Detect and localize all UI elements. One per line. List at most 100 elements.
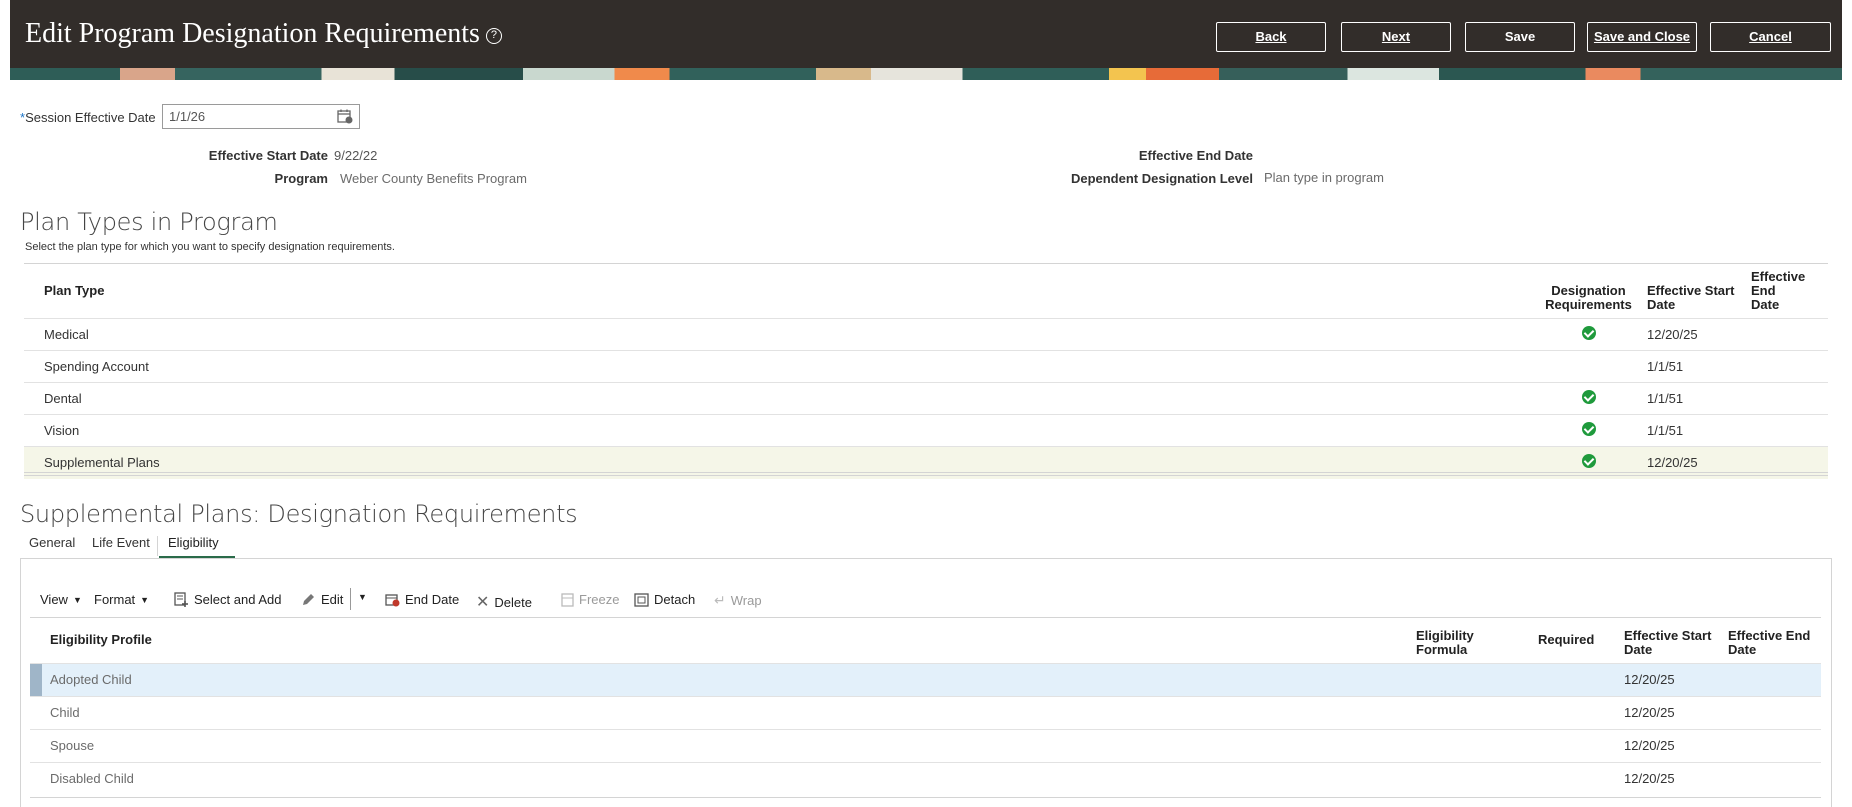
page-title: Edit Program Designation Requirements? <box>25 18 502 50</box>
tab-eligibility[interactable]: Eligibility <box>168 535 219 550</box>
required-cell <box>1530 662 1616 696</box>
save-and-close-button[interactable]: Save and Close <box>1587 22 1697 52</box>
table-row[interactable]: Spending Account 1/1/51 <box>24 350 1828 383</box>
col-effective-start-date[interactable]: Effective Start Date <box>1616 618 1720 663</box>
end-date-cell <box>1743 446 1828 479</box>
profile-cell: Child <box>42 695 1408 729</box>
effective-start-value: 9/22/22 <box>334 148 378 163</box>
plan-types-title: Plan Types in Program <box>20 208 278 236</box>
tab-divider <box>157 536 158 556</box>
session-date-input[interactable]: 1/1/26 <box>162 104 360 129</box>
freeze-icon <box>561 592 574 607</box>
view-menu[interactable]: View ▼ <box>40 592 82 607</box>
profile-cell: Adopted Child <box>42 662 1408 696</box>
freeze-button[interactable]: Freeze <box>561 592 619 607</box>
check-circle-icon <box>1581 422 1596 436</box>
start-date-cell: 1/1/51 <box>1639 350 1743 383</box>
plan-type-cell: Dental <box>36 382 1538 415</box>
col-designation-requirements[interactable]: Designation Requirements <box>1538 264 1639 319</box>
save-button[interactable]: Save <box>1465 22 1575 52</box>
plan-types-table: Plan Type Designation Requirements Effect… <box>24 264 1828 479</box>
table-row[interactable]: Medical 12/20/25 <box>24 318 1828 351</box>
end-date-cell <box>1720 761 1821 795</box>
end-date-cell <box>1743 382 1828 415</box>
effective-start-label: Effective Start Date <box>208 148 328 163</box>
select-and-add-button[interactable]: Select and Add <box>174 592 281 607</box>
profile-cell: Disabled Child <box>42 761 1408 795</box>
program-value: Weber County Benefits Program <box>340 171 527 186</box>
table-bottom-border-2 <box>24 475 1828 476</box>
col-plan-type[interactable]: Plan Type <box>36 264 1538 319</box>
col-effective-end-date[interactable]: Effective End Date <box>1743 264 1828 319</box>
plan-type-cell: Spending Account <box>36 350 1538 383</box>
plan-type-cell: Medical <box>36 318 1538 351</box>
effective-end-label: Effective End Date <box>1138 148 1253 163</box>
col-effective-start-date[interactable]: Effective Start Date <box>1639 264 1743 319</box>
help-icon[interactable]: ? <box>485 27 502 44</box>
start-date-cell: 12/20/25 <box>1616 695 1720 729</box>
table-row[interactable]: Disabled Child 12/20/25 <box>30 761 1821 795</box>
dependent-designation-level-value: Plan type in program <box>1264 170 1384 185</box>
designation-requirements-title: Supplemental Plans: Designation Requirem… <box>20 500 578 528</box>
wrap-button[interactable]: ↵ Wrap <box>714 592 762 609</box>
detach-button[interactable]: Detach <box>634 592 695 607</box>
caret-down-icon: ▼ <box>358 592 367 602</box>
col-required[interactable]: Required <box>1530 618 1616 663</box>
page-header: Edit Program Designation Requirements? B… <box>10 0 1842 80</box>
detach-icon <box>634 592 649 607</box>
table-row[interactable]: Dental 1/1/51 <box>24 382 1828 415</box>
check-circle-icon <box>1581 454 1596 469</box>
format-menu[interactable]: Format ▼ <box>94 592 149 607</box>
profile-cell: Spouse <box>42 728 1408 762</box>
start-date-cell: 1/1/51 <box>1639 414 1743 447</box>
program-label: Program <box>274 171 328 186</box>
delete-x-icon: ✕ <box>476 594 490 611</box>
check-circle-icon <box>1581 326 1596 340</box>
table-row-selected[interactable]: Supplemental Plans 12/20/25 <box>24 446 1828 479</box>
table-row[interactable]: Child 12/20/25 <box>30 695 1821 729</box>
end-date-cell <box>1743 414 1828 447</box>
formula-cell <box>1408 728 1530 762</box>
tab-general[interactable]: General <box>29 535 75 550</box>
table-row[interactable]: Vision 1/1/51 <box>24 414 1828 447</box>
end-date-calendar-icon <box>385 594 400 607</box>
formula-cell <box>1408 761 1530 795</box>
dependent-designation-level-label: Dependent Designation Level <box>1070 171 1253 186</box>
end-date-cell <box>1743 318 1828 351</box>
table-row[interactable]: Spouse 12/20/25 <box>30 728 1821 762</box>
start-date-cell: 12/20/25 <box>1639 318 1743 351</box>
end-date-button[interactable]: End Date <box>385 592 459 607</box>
col-eligibility-profile[interactable]: Eligibility Profile <box>42 618 1408 663</box>
toolbar-divider <box>350 588 351 610</box>
table-row-selected[interactable]: Adopted Child 12/20/25 <box>30 662 1821 696</box>
required-cell <box>1530 728 1616 762</box>
edit-button[interactable]: Edit <box>301 592 343 607</box>
tab-life-event[interactable]: Life Event <box>92 535 150 550</box>
back-button[interactable]: Back <box>1216 22 1326 52</box>
table-bottom-border <box>24 472 1828 473</box>
edit-dropdown[interactable]: ▼ <box>358 592 367 602</box>
caret-down-icon: ▼ <box>72 594 82 605</box>
wrap-icon: ↵ <box>714 592 726 608</box>
check-circle-icon <box>1581 390 1596 404</box>
plan-type-cell: Supplemental Plans <box>36 446 1538 479</box>
start-date-cell: 12/20/25 <box>1616 662 1720 696</box>
calendar-icon[interactable] <box>337 108 353 124</box>
select-and-add-icon <box>174 592 188 607</box>
cancel-button[interactable]: Cancel <box>1710 22 1831 52</box>
plan-types-hint: Select the plan type for which you want … <box>25 241 395 253</box>
col-effective-end-date[interactable]: Effective End Date <box>1720 618 1821 663</box>
plan-type-cell: Vision <box>36 414 1538 447</box>
start-date-cell: 12/20/25 <box>1616 728 1720 762</box>
end-date-cell <box>1720 662 1821 696</box>
col-eligibility-formula[interactable]: Eligibility Formula <box>1408 618 1530 663</box>
next-button[interactable]: Next <box>1341 22 1451 52</box>
caret-down-icon: ▼ <box>140 594 150 605</box>
required-cell <box>1530 695 1616 729</box>
pencil-icon <box>303 594 314 605</box>
end-date-cell <box>1720 728 1821 762</box>
delete-button[interactable]: ✕ Delete <box>476 592 532 612</box>
formula-cell <box>1408 662 1530 696</box>
start-date-cell: 12/20/25 <box>1639 446 1743 479</box>
end-date-cell <box>1743 350 1828 383</box>
